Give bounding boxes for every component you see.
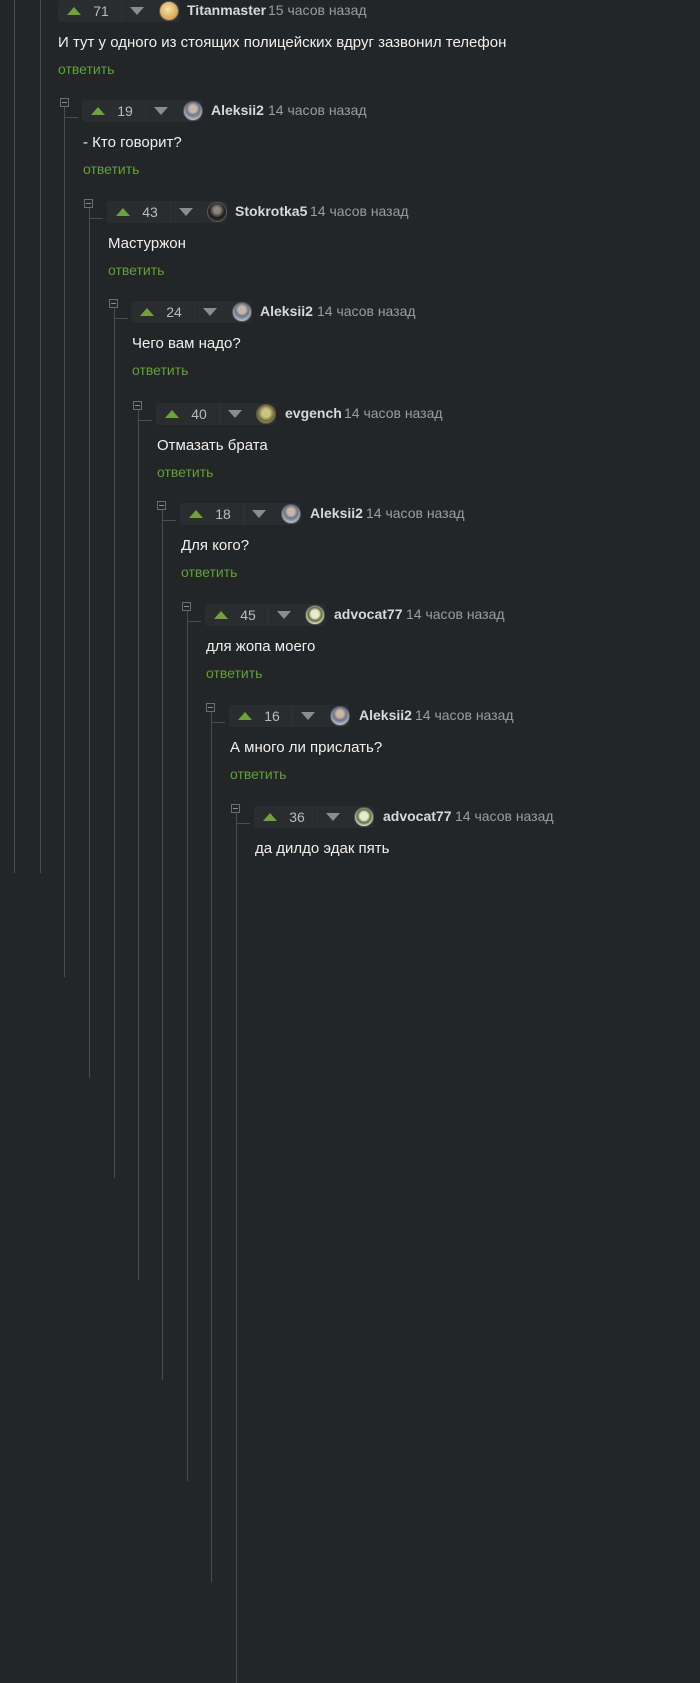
comment: 18 Aleksii2 14 часов назад Для кого? отв…: [0, 501, 700, 603]
vote-count: 18: [215, 506, 231, 522]
timestamp[interactable]: 14 часов назад: [344, 405, 443, 421]
downvote-button[interactable]: [195, 301, 225, 323]
downvote-icon: [326, 813, 340, 821]
collapse-toggle[interactable]: [133, 401, 142, 410]
vote-count: 19: [117, 103, 133, 119]
downvote-button[interactable]: [293, 705, 323, 727]
vote-count: 16: [264, 708, 280, 724]
author-name[interactable]: Stokrotka5: [235, 203, 307, 219]
timestamp[interactable]: 14 часов назад: [415, 707, 514, 723]
comment-text: Для кого?: [181, 537, 250, 554]
author-name[interactable]: Titanmaster: [187, 2, 266, 18]
collapse-toggle[interactable]: [84, 199, 93, 208]
avatar[interactable]: [354, 807, 374, 827]
comment: 40 evgench 14 часов назад Отмазать брата…: [0, 401, 700, 503]
thread-line: [236, 810, 237, 1683]
author-name[interactable]: Aleksii2: [310, 505, 363, 521]
timestamp[interactable]: 14 часов назад: [310, 203, 409, 219]
comment-text: да дилдо эдак пять: [255, 840, 390, 857]
upvote-icon[interactable]: [140, 308, 154, 316]
downvote-icon: [252, 510, 266, 518]
downvote-button[interactable]: [244, 503, 274, 525]
comment: 24 Aleksii2 14 часов назад Чего вам надо…: [0, 299, 700, 401]
downvote-icon: [277, 611, 291, 619]
timestamp[interactable]: 14 часов назад: [455, 808, 554, 824]
upvote-icon[interactable]: [116, 208, 130, 216]
upvote-icon[interactable]: [165, 410, 179, 418]
downvote-button[interactable]: [122, 0, 152, 22]
avatar[interactable]: [281, 504, 301, 524]
timestamp[interactable]: 14 часов назад: [366, 505, 465, 521]
timestamp[interactable]: 14 часов назад: [317, 303, 416, 319]
comment: 16 Aleksii2 14 часов назад А много ли пр…: [0, 703, 700, 805]
collapse-toggle[interactable]: [157, 501, 166, 510]
comment-text: И тут у одного из стоящих полицейских вд…: [58, 34, 507, 51]
avatar[interactable]: [305, 605, 325, 625]
comment: 45 advocat77 14 часов назад для жопа мое…: [0, 602, 700, 704]
upvote-icon[interactable]: [263, 813, 277, 821]
downvote-button[interactable]: [146, 100, 176, 122]
downvote-icon: [154, 107, 168, 115]
downvote-icon: [203, 308, 217, 316]
reply-link[interactable]: ответить: [108, 262, 164, 278]
reply-link[interactable]: ответить: [181, 564, 237, 580]
comment-text: - Кто говорит?: [83, 134, 182, 151]
author-name[interactable]: Aleksii2: [260, 303, 313, 319]
downvote-icon: [130, 7, 144, 15]
reply-link[interactable]: ответить: [83, 161, 139, 177]
reply-link[interactable]: ответить: [230, 766, 286, 782]
comment-text: А много ли прислать?: [230, 739, 383, 756]
vote-count: 45: [240, 607, 256, 623]
comment-text: Мастуржон: [108, 235, 186, 252]
collapse-toggle[interactable]: [109, 299, 118, 308]
reply-link[interactable]: ответить: [132, 362, 188, 378]
collapse-toggle[interactable]: [182, 602, 191, 611]
downvote-button[interactable]: [269, 604, 299, 626]
comment-text: Чего вам надо?: [132, 335, 241, 352]
avatar[interactable]: [256, 404, 276, 424]
upvote-icon[interactable]: [91, 107, 105, 115]
comment: 71 Titanmaster 15 часов назад И тут у од…: [0, 0, 700, 100]
collapse-toggle[interactable]: [206, 703, 215, 712]
timestamp[interactable]: 15 часов назад: [268, 2, 367, 18]
comment: 43 Stokrotka5 14 часов назад Мастуржон о…: [0, 199, 700, 301]
author-name[interactable]: evgench: [285, 405, 342, 421]
avatar[interactable]: [207, 202, 227, 222]
avatar[interactable]: [183, 101, 203, 121]
upvote-icon[interactable]: [67, 7, 81, 15]
collapse-toggle[interactable]: [231, 804, 240, 813]
author-name[interactable]: advocat77: [334, 606, 402, 622]
comment-text: Отмазать брата: [157, 437, 268, 454]
author-name[interactable]: advocat77: [383, 808, 451, 824]
avatar[interactable]: [159, 1, 179, 21]
timestamp[interactable]: 14 часов назад: [406, 606, 505, 622]
downvote-button[interactable]: [318, 806, 348, 828]
downvote-icon: [301, 712, 315, 720]
downvote-button[interactable]: [171, 201, 201, 223]
author-name[interactable]: Aleksii2: [359, 707, 412, 723]
downvote-button[interactable]: [220, 403, 250, 425]
vote-count: 40: [191, 406, 207, 422]
avatar[interactable]: [330, 706, 350, 726]
vote-count: 36: [289, 809, 305, 825]
downvote-icon: [179, 208, 193, 216]
upvote-icon[interactable]: [214, 611, 228, 619]
timestamp[interactable]: 14 часов назад: [268, 102, 367, 118]
comment: 36 advocat77 14 часов назад да дилдо эда…: [0, 804, 700, 906]
collapse-toggle[interactable]: [60, 98, 69, 107]
vote-count: 24: [166, 304, 182, 320]
upvote-icon[interactable]: [189, 510, 203, 518]
comment-text: для жопа моего: [206, 638, 316, 655]
reply-link[interactable]: ответить: [58, 61, 114, 77]
author-name[interactable]: Aleksii2: [211, 102, 264, 118]
downvote-icon: [228, 410, 242, 418]
vote-count: 71: [93, 3, 109, 19]
comment: 19 Aleksii2 14 часов назад - Кто говорит…: [0, 98, 700, 200]
reply-link[interactable]: ответить: [157, 464, 213, 480]
reply-link[interactable]: ответить: [206, 665, 262, 681]
vote-count: 43: [142, 204, 158, 220]
avatar[interactable]: [232, 302, 252, 322]
upvote-icon[interactable]: [238, 712, 252, 720]
